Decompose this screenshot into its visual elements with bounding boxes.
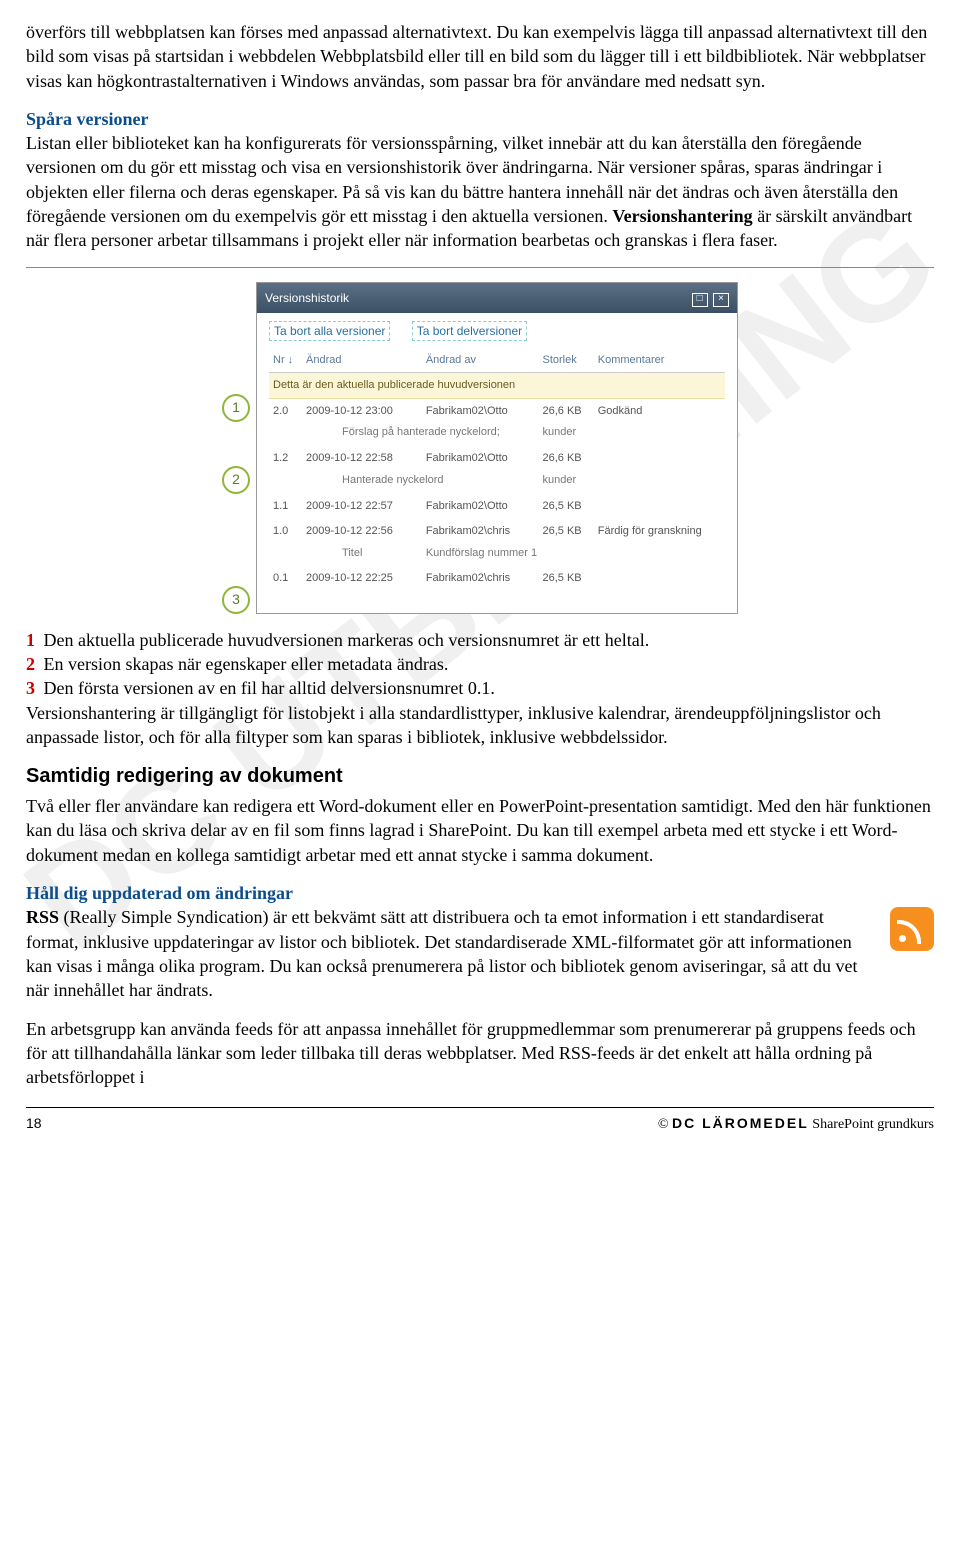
maximize-icon[interactable]: □ — [692, 293, 708, 307]
col-kommentarer[interactable]: Kommentarer — [594, 349, 725, 372]
paragraph-rss: Håll dig uppdaterad om ändringar RSS (Re… — [26, 881, 934, 1002]
table-row: 1.1 2009-10-12 22:57 Fabrikam02\Otto 26,… — [269, 494, 725, 519]
dialog-action-links: Ta bort alla versioner Ta bort delversio… — [269, 323, 725, 339]
rss-icon — [890, 907, 934, 951]
version-user-link[interactable]: Fabrikam02\chris — [422, 519, 539, 544]
version-date-link[interactable]: 2009-10-12 22:57 — [302, 494, 422, 519]
callout-1: 1 — [222, 394, 250, 422]
heading-samtidig-redigering: Samtidig redigering av dokument — [26, 763, 934, 790]
version-user-link[interactable]: Fabrikam02\Otto — [422, 494, 539, 519]
callout-2: 2 — [222, 466, 250, 494]
footer-course: SharePoint grundkurs — [809, 1117, 934, 1132]
dialog-titlebar: Versionshistorik □ × — [257, 283, 737, 313]
callout-column: 1 2 3 — [222, 282, 250, 614]
footer-brand: DC LÄROMEDEL — [672, 1115, 809, 1131]
table-header-row: Nr ↓ Ändrad Ändrad av Storlek Kommentare… — [269, 349, 725, 372]
delete-minor-versions-link[interactable]: Ta bort delversioner — [412, 321, 527, 341]
delete-all-versions-link[interactable]: Ta bort alla versioner — [269, 321, 390, 341]
paragraph-coauthoring: Två eller fler användare kan redigera et… — [26, 794, 934, 867]
published-version-banner: Detta är den aktuella publicerade huvudv… — [269, 372, 725, 398]
version-date-link[interactable]: 2009-10-12 22:56 — [302, 519, 422, 544]
table-row: 1.0 2009-10-12 22:56 Fabrikam02\chris 26… — [269, 519, 725, 544]
list-text-2: En version skapas när egenskaper eller m… — [39, 654, 448, 674]
version-dialog-figure: 1 2 3 Versionshistorik □ × Ta bort alla … — [26, 282, 934, 614]
page-footer: 18 © DC LÄROMEDEL SharePoint grundkurs — [26, 1107, 934, 1135]
copyright-symbol: © — [658, 1117, 669, 1132]
version-table: Nr ↓ Ändrad Ändrad av Storlek Kommentare… — [269, 349, 725, 591]
paragraph-feeds: En arbetsgrupp kan använda feeds för att… — [26, 1017, 934, 1090]
version-history-dialog: Versionshistorik □ × Ta bort alla versio… — [256, 282, 738, 614]
version-user-link[interactable]: Fabrikam02\Otto — [422, 398, 539, 423]
version-user-link[interactable]: Fabrikam02\Otto — [422, 446, 539, 471]
paragraph-versions: Spåra versioner Listan eller biblioteket… — [26, 107, 934, 253]
bold-versionshantering: Versionshantering — [612, 206, 752, 226]
table-subrow: Förslag på hanterade nyckelord;kunder — [269, 423, 725, 446]
divider — [26, 267, 934, 268]
table-row: 1.2 2009-10-12 22:58 Fabrikam02\Otto 26,… — [269, 446, 725, 471]
version-date-link[interactable]: 2009-10-12 22:58 — [302, 446, 422, 471]
col-nr[interactable]: Nr ↓ — [269, 349, 302, 372]
page-number: 18 — [26, 1114, 42, 1135]
list-number-2: 2 — [26, 654, 35, 674]
dialog-window-controls: □ × — [690, 289, 729, 307]
version-date-link[interactable]: 2009-10-12 22:25 — [302, 566, 422, 591]
list-text-1: Den aktuella publicerade huvudversionen … — [39, 630, 649, 650]
table-subrow: Hanterade nyckelordkunder — [269, 471, 725, 494]
version-user-link[interactable]: Fabrikam02\chris — [422, 566, 539, 591]
list-number-3: 3 — [26, 678, 35, 698]
numbered-explanations: 1 Den aktuella publicerade huvudversione… — [26, 628, 934, 701]
list-text-3: Den första versionen av en fil har allti… — [39, 678, 495, 698]
version-date-link[interactable]: 2009-10-12 23:00 — [302, 398, 422, 423]
paragraph-versioning-availability: Versionshantering är tillgängligt för li… — [26, 701, 934, 750]
table-row: 2.0 2009-10-12 23:00 Fabrikam02\Otto 26,… — [269, 398, 725, 423]
col-andrad-av[interactable]: Ändrad av — [422, 349, 539, 372]
table-subrow: TitelKundförslag nummer 1 — [269, 544, 725, 567]
close-icon[interactable]: × — [713, 293, 729, 307]
heading-spara-versioner: Spåra versioner — [26, 109, 148, 129]
callout-3: 3 — [222, 586, 250, 614]
col-storlek[interactable]: Storlek — [539, 349, 594, 372]
table-row: 0.1 2009-10-12 22:25 Fabrikam02\chris 26… — [269, 566, 725, 591]
rss-bold: RSS — [26, 907, 59, 927]
col-andrad[interactable]: Ändrad — [302, 349, 422, 372]
dialog-title-text: Versionshistorik — [265, 290, 349, 306]
list-number-1: 1 — [26, 630, 35, 650]
paragraph-intro: överförs till webbplatsen kan förses med… — [26, 20, 934, 93]
rss-text: (Really Simple Syndication) är ett bekvä… — [26, 907, 858, 1000]
heading-hall-dig-uppdaterad: Håll dig uppdaterad om ändringar — [26, 883, 293, 903]
